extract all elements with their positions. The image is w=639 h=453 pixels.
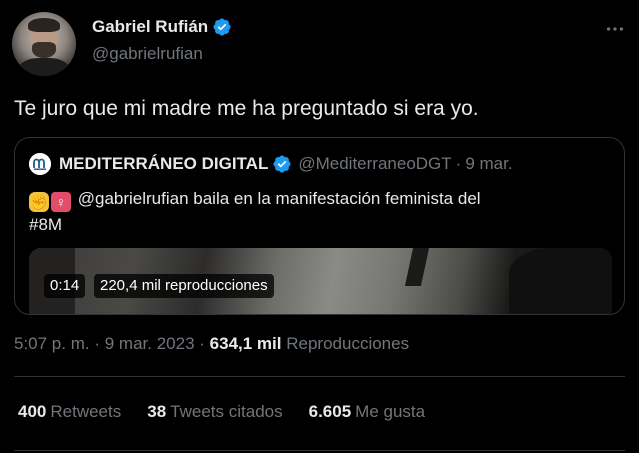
mediterraneo-logo-icon [29, 153, 51, 175]
author-name[interactable]: Gabriel Rufián [92, 17, 208, 37]
verified-badge-icon [272, 154, 292, 174]
quoted-tweet[interactable]: MEDITERRÁNEO DIGITAL @MediterraneoDGT · … [14, 137, 625, 315]
tweet-stats: 400 Retweets 38 Tweets citados 6.605 Me gus… [18, 402, 451, 422]
likes-label: Me gusta [355, 402, 426, 421]
video-frame-person [509, 248, 612, 314]
female-sign-emoji: ♀ [51, 192, 71, 212]
quoted-author-handle[interactable]: @MediterraneoDGT [298, 154, 451, 174]
likes-count: 6.605 [308, 402, 352, 421]
quotes-count: 38 [147, 402, 167, 421]
quoted-date[interactable]: 9 mar. [465, 154, 512, 174]
likes-stat[interactable]: 6.605 Me gusta [309, 402, 425, 422]
quotes-stat[interactable]: 38 Tweets citados [147, 402, 282, 422]
author-handle[interactable]: @gabrielrufian [92, 44, 203, 64]
tweet-meta: 5:07 p. m. · 9 mar. 2023 · 634,1 mil Rep… [14, 334, 409, 354]
quotes-label: Tweets citados [170, 402, 283, 421]
quoted-separator: · [455, 154, 462, 173]
views-label: Reproducciones [286, 334, 410, 353]
meta-separator: · [94, 334, 101, 353]
retweets-count: 400 [18, 402, 47, 421]
avatar-hair [28, 18, 60, 32]
video-frame-leg [404, 248, 430, 286]
video-views-badge: 220,4 mil reproducciones [94, 274, 274, 298]
avatar-beard [32, 42, 56, 58]
avatar[interactable] [12, 12, 76, 76]
quoted-text: ✊ ♀ @gabrielrufian baila en la manifestac… [29, 186, 609, 237]
video-duration-badge: 0:14 [44, 274, 86, 298]
verified-badge-icon [212, 17, 232, 37]
tweet-text: Te juro que mi madre me ha preguntado si… [14, 97, 479, 120]
tweet: Gabriel Rufián @gabrielrufian Te juro qu… [0, 0, 639, 453]
avatar-shirt [18, 58, 70, 76]
divider [14, 376, 625, 377]
retweets-label: Retweets [50, 402, 122, 421]
divider [14, 450, 625, 451]
meta-separator: · [199, 334, 205, 353]
quoted-header: MEDITERRÁNEO DIGITAL @MediterraneoDGT · … [29, 152, 513, 176]
views-count: 634,1 mil [209, 334, 282, 353]
fist-emoji: ✊ [29, 192, 49, 212]
quoted-text-line2: #8M [29, 215, 63, 234]
tweet-time[interactable]: 5:07 p. m. [14, 334, 90, 353]
more-icon[interactable] [604, 18, 626, 40]
retweets-stat[interactable]: 400 Retweets [18, 402, 121, 422]
author-name-row: Gabriel Rufián [92, 16, 232, 38]
quoted-text-line1: @gabrielrufian baila en la manifestación… [77, 189, 481, 208]
quoted-author-name[interactable]: MEDITERRÁNEO DIGITAL [59, 154, 268, 174]
tweet-date[interactable]: 9 mar. 2023 [105, 334, 195, 353]
